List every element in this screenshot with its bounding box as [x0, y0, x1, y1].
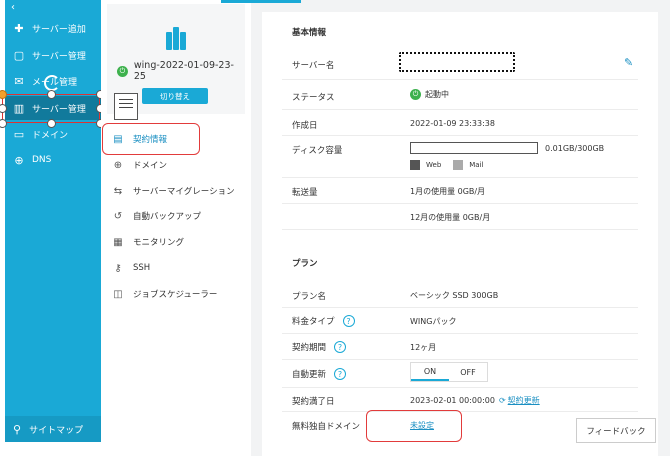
- created-row: 作成日 2022-01-09 23:33:38: [282, 110, 638, 136]
- status-row: ステータス ⏻ 起動中: [282, 80, 638, 110]
- document-thumbnail-icon: [114, 93, 138, 120]
- subnav-item-scheduler[interactable]: ◫ ジョブスケジューラー: [111, 283, 217, 305]
- chart-icon: ▦: [113, 236, 123, 248]
- period-row: 契約期間 ? 12ヶ月: [282, 334, 638, 360]
- sidebar-item-add-server[interactable]: ✚ サーバー追加: [5, 16, 101, 40]
- disk-legend: Web Mail: [410, 160, 495, 170]
- active-tab-indicator: [221, 0, 301, 3]
- pencil-edit-icon[interactable]: ✎: [624, 56, 636, 69]
- status-value: ⏻ 起動中: [410, 89, 449, 100]
- renew-link[interactable]: 契約更新: [508, 395, 540, 406]
- disk-label: ディスク容量: [292, 146, 343, 156]
- globe-icon: ⊕: [113, 159, 123, 171]
- transfer-label: 転送量: [292, 188, 318, 198]
- power-status-icon: ⏻: [410, 89, 421, 100]
- sidebar-item-dns[interactable]: ⊕ DNS: [5, 148, 101, 172]
- auto-renew-label: 自動更新 ?: [292, 368, 347, 380]
- window-icon: ▢: [13, 48, 25, 62]
- plan-name-value: ベーシック SSD 300GB: [410, 291, 499, 300]
- redacted-server-name: [399, 52, 515, 72]
- subnav-item-domain[interactable]: ⊕ ドメイン: [111, 154, 167, 176]
- sidebar-item-label: サイトマップ: [29, 425, 84, 436]
- sidebar-item-label: ドメイン: [32, 130, 69, 141]
- created-label: 作成日: [292, 121, 318, 131]
- expire-value: 2023-02-01 00:00:00 ⟳ 契約更新: [410, 395, 540, 406]
- transfer-dec: 12月の使用量 0GB/月: [410, 213, 491, 222]
- rotate-handle-icon[interactable]: [44, 75, 60, 91]
- left-sidebar: ‹ ✚ サーバー追加 ▢ サーバー管理 ✉ メール管理 ▥ サーバー管理 ▭ ド…: [5, 0, 101, 442]
- sidebar-item-label: サーバー追加: [32, 24, 86, 35]
- auto-renew-toggle[interactable]: ON OFF: [410, 362, 488, 382]
- transfer-row-2: 12月の使用量 0GB/月: [282, 204, 638, 230]
- status-label: ステータス: [292, 93, 335, 103]
- sitemap-icon: ⚲: [13, 422, 22, 436]
- transfer-month: 1月の使用量 0GB/月: [410, 187, 486, 196]
- toggle-on[interactable]: ON: [411, 363, 449, 381]
- subnav-item-monitoring[interactable]: ▦ モニタリング: [111, 231, 184, 253]
- migration-icon: ⇆: [113, 185, 123, 197]
- scheduler-icon: ◫: [113, 288, 123, 300]
- sidebar-item-label: DNS: [32, 155, 52, 165]
- period-label: 契約期間 ?: [292, 341, 347, 353]
- free-domain-label: 無料独自ドメイン: [292, 422, 361, 432]
- transfer-row: 転送量 1月の使用量 0GB/月: [282, 178, 638, 204]
- server-stack-icon: [166, 27, 186, 50]
- highlight-annotation: [102, 123, 200, 155]
- fee-label: 料金タイプ ?: [292, 315, 355, 327]
- plus-icon: ✚: [14, 21, 24, 35]
- switch-button[interactable]: 切り替え: [142, 88, 208, 104]
- auto-renew-row: 自動更新 ? ON OFF: [282, 360, 638, 388]
- disk-usage: 0.01GB/300GB: [410, 142, 604, 154]
- mail-icon: ✉: [14, 74, 24, 88]
- expire-row: 契約満了日 2023-02-01 00:00:00 ⟳ 契約更新: [282, 388, 638, 412]
- created-value: 2022-01-09 23:33:38: [410, 119, 495, 128]
- sidebar-item-label: サーバー管理: [32, 51, 86, 62]
- server-subnav: ⏻ wing-2022-01-09-23-25 切り替え ▤ 契約情報 ⊕ ドメ…: [101, 0, 251, 456]
- plan-name-label: プラン名: [292, 292, 327, 302]
- subnav-item-ssh[interactable]: ⚷ SSH: [111, 257, 150, 279]
- disk-usage-bar: [410, 142, 538, 154]
- backup-icon: ↺: [113, 210, 123, 222]
- sidebar-item-server-manage[interactable]: ▢ サーバー管理: [5, 43, 101, 67]
- server-name: ⏻ wing-2022-01-09-23-25: [117, 60, 245, 82]
- monitor-icon: ▭: [13, 127, 25, 141]
- disk-row: ディスク容量 0.01GB/300GB Web Mail: [282, 136, 638, 178]
- sidebar-item-sitemap[interactable]: ⚲ サイトマップ: [5, 416, 101, 442]
- contract-content-panel: 基本情報 サーバー名 ✎ ステータス ⏻ 起動中 作成日 2022-01-09 …: [262, 12, 658, 456]
- subnav-item-backup[interactable]: ↺ 自動バックアップ: [111, 205, 201, 227]
- server-name-label: サーバー名: [292, 61, 335, 71]
- expire-label: 契約満了日: [292, 397, 335, 407]
- resize-handle[interactable]: [47, 90, 56, 99]
- feedback-button[interactable]: フィードバック: [576, 418, 656, 443]
- globe-icon: ⊕: [14, 153, 24, 167]
- plan-name-row: プラン名 ベーシック SSD 300GB: [282, 282, 638, 308]
- period-value: 12ヶ月: [410, 343, 437, 352]
- power-icon: ⏻: [117, 65, 128, 77]
- toggle-off[interactable]: OFF: [449, 363, 487, 381]
- plan-heading: プラン: [292, 259, 318, 269]
- fee-row: 料金タイプ ? WINGパック: [282, 308, 638, 334]
- resize-handle[interactable]: [47, 119, 56, 128]
- help-icon[interactable]: ?: [334, 341, 347, 353]
- subnav-item-migration[interactable]: ⇆ サーバーマイグレーション: [111, 180, 235, 202]
- fee-value: WINGパック: [410, 317, 457, 326]
- highlight-annotation: [366, 410, 462, 442]
- basic-info-heading: 基本情報: [292, 28, 327, 38]
- renew-icon: ⟳: [498, 396, 506, 405]
- key-icon: ⚷: [114, 262, 122, 274]
- collapse-chevron-icon[interactable]: ‹: [11, 2, 15, 13]
- help-icon[interactable]: ?: [334, 368, 347, 380]
- help-icon[interactable]: ?: [342, 315, 355, 327]
